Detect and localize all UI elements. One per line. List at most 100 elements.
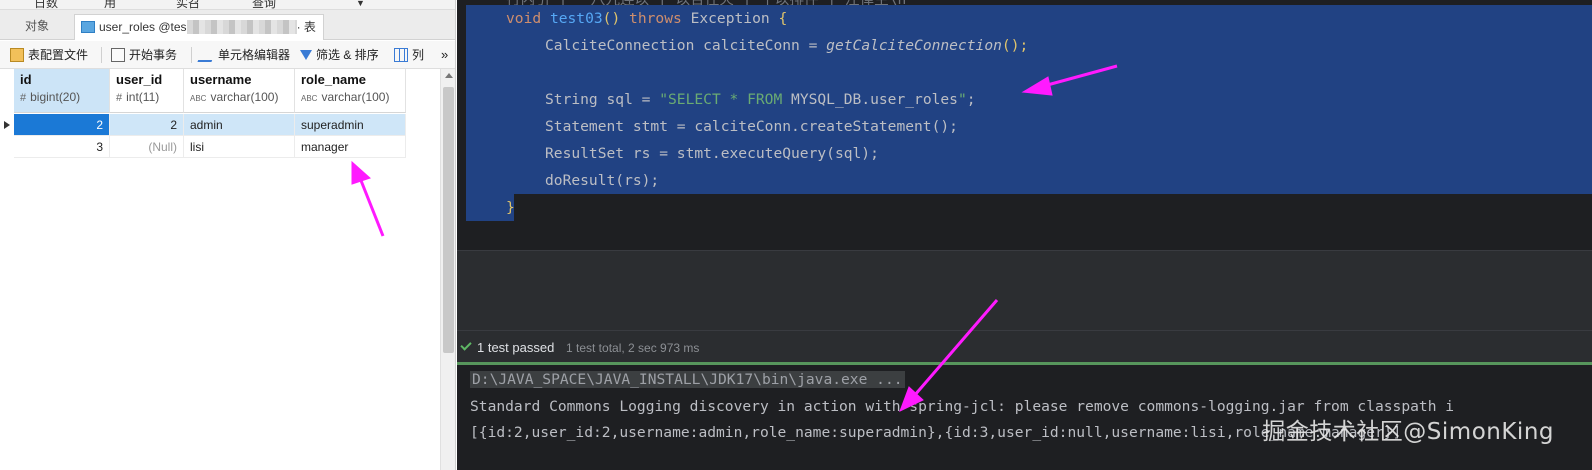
- column-type-label: int(11): [126, 90, 160, 104]
- vertical-scrollbar[interactable]: [440, 69, 455, 470]
- column-header-username[interactable]: username ABC varchar(100): [184, 69, 295, 113]
- string-literal: ": [957, 91, 967, 108]
- selection-highlight: [466, 59, 1592, 86]
- editor-gutter: [457, 0, 466, 250]
- table-row[interactable]: 3 (Null) lisi manager: [14, 136, 406, 158]
- cell-username[interactable]: admin: [184, 114, 295, 136]
- test-run-status: 1 test passed 1 test total, 2 sec 973 ms: [457, 330, 1592, 363]
- table-config-icon: [10, 48, 24, 62]
- code-line-method: void test03() throws Exception {: [506, 5, 787, 32]
- begin-transaction-label: 开始事务: [129, 48, 178, 62]
- column-type: ABC varchar(100): [190, 90, 288, 104]
- table-icon: [81, 21, 95, 33]
- scroll-up-icon[interactable]: [445, 73, 453, 78]
- parens: (): [602, 10, 621, 27]
- text-type-icon: ABC: [190, 94, 207, 103]
- type-name: Exception: [690, 10, 770, 27]
- column-name: username: [190, 72, 252, 87]
- code-text: ;: [966, 91, 976, 108]
- current-row-marker: [3, 114, 12, 136]
- watermark: 掘金技术社区@SimonKing: [1262, 419, 1554, 445]
- table-config-button[interactable]: 表配置文件: [10, 45, 88, 65]
- column-header-id[interactable]: id # bigint(20): [14, 69, 110, 113]
- method-name: test03: [549, 10, 603, 27]
- filter-icon: [300, 50, 312, 60]
- code-text: ();: [1001, 37, 1029, 54]
- cell-username[interactable]: lisi: [184, 136, 295, 158]
- menu-item[interactable]: 日数: [34, 0, 58, 9]
- console-line: D:\JAVA_SPACE\JAVA_INSTALL\JDK17\bin\jav…: [470, 367, 905, 393]
- column-name: user_id: [116, 72, 163, 87]
- redacted-host: [186, 20, 297, 34]
- code-line-sql: String sql = "SELECT * FROM MYSQL_DB.use…: [545, 86, 976, 113]
- ide-pane: 行内引 | 一八九连以 | 以合住火 | 个以排件 | 注律主\n void t…: [457, 0, 1592, 470]
- tab-label: user_roles @tes: [99, 20, 187, 34]
- filter-sort-button[interactable]: 筛选 & 排序: [300, 45, 379, 65]
- tests-summary-label: 1 test total, 2 sec 973 ms: [566, 341, 700, 355]
- column-header-user-id[interactable]: user_id # int(11): [110, 69, 184, 113]
- code-line-close: }: [506, 199, 515, 216]
- columns-button[interactable]: 列: [394, 45, 424, 65]
- code-area[interactable]: 行内引 | 一八九连以 | 以合住火 | 个以排件 | 注律主\n void t…: [466, 0, 1592, 250]
- check-icon: [460, 339, 472, 351]
- tab-user-roles[interactable]: user_roles @tes · 表: [74, 14, 324, 40]
- tab-suffix: · 表: [296, 20, 316, 34]
- sql-table-ref: MYSQL_DB.user_roles: [791, 91, 958, 108]
- code-line-conn: CalciteConnection calciteConn = getCalci…: [545, 32, 1028, 59]
- code-line-do: doResult(rs);: [545, 172, 660, 189]
- text-type-icon: ABC: [301, 94, 318, 103]
- cell-editor-label: 单元格编辑器: [218, 48, 291, 62]
- toolbar-divider: [191, 47, 192, 63]
- column-name: id: [20, 72, 32, 87]
- table-row[interactable]: 2 2 admin superadmin: [14, 114, 406, 136]
- brace: {: [778, 10, 788, 27]
- column-type: ABC varchar(100): [301, 90, 399, 104]
- column-name: role_name: [301, 72, 367, 87]
- begin-transaction-button[interactable]: 开始事务: [111, 45, 177, 65]
- cell-user-id[interactable]: 2: [110, 114, 184, 136]
- cell-role-name[interactable]: manager: [295, 136, 406, 158]
- grid-header: id # bigint(20) user_id # int(11) username…: [14, 69, 406, 113]
- code-editor[interactable]: 行内引 | 一八九连以 | 以合住火 | 个以排件 | 注律主\n void t…: [457, 0, 1592, 250]
- toolbar: 表配置文件 开始事务 单元格编辑器 筛选 & 排序 列 »: [0, 41, 455, 69]
- code-line-stmt: Statement stmt = calciteConn.createState…: [545, 118, 958, 135]
- tab-objects[interactable]: 对象: [0, 14, 74, 40]
- cell-id[interactable]: 3: [14, 136, 110, 158]
- menu-item[interactable]: 实召: [176, 0, 200, 9]
- db-tool-pane: 日数 用 实召 查询 ▼ 对象 user_roles @tes · 表 表配置文件…: [0, 0, 456, 470]
- transaction-icon: [111, 48, 125, 62]
- java-command[interactable]: D:\JAVA_SPACE\JAVA_INSTALL\JDK17\bin\jav…: [470, 371, 905, 388]
- cell-id[interactable]: 2: [14, 114, 110, 136]
- cell-user-id[interactable]: (Null): [110, 136, 184, 158]
- method-call: getCalciteConnection: [826, 37, 1002, 54]
- filter-sort-label: 筛选 & 排序: [316, 48, 379, 62]
- keyword: void: [506, 10, 542, 27]
- code-text: String sql =: [545, 91, 660, 108]
- row-pointer-icon: [4, 121, 10, 129]
- chevron-down-icon[interactable]: ▼: [356, 0, 365, 8]
- column-header-role-name[interactable]: role_name ABC varchar(100): [295, 69, 406, 113]
- column-type-label: varchar(100): [210, 90, 279, 104]
- table-config-label: 表配置文件: [28, 48, 89, 62]
- string-literal: "SELECT * FROM: [659, 91, 792, 108]
- column-type-label: bigint(20): [30, 90, 81, 104]
- tab-bar: 对象 user_roles @tes · 表: [0, 10, 455, 40]
- code-line-rs: ResultSet rs = stmt.executeQuery(sql);: [545, 145, 879, 162]
- numeric-type-icon: #: [20, 92, 27, 104]
- menu-item[interactable]: 用: [104, 0, 116, 9]
- menu-item[interactable]: 查询: [252, 0, 276, 9]
- keyword: throws: [629, 10, 682, 27]
- columns-label: 列: [412, 48, 425, 62]
- cell-role-name[interactable]: superadmin: [295, 114, 406, 136]
- scrollbar-thumb[interactable]: [443, 87, 454, 353]
- tests-passed-label: 1 test passed: [477, 340, 555, 355]
- toolbar-overflow-icon[interactable]: »: [441, 45, 448, 65]
- column-type: # bigint(20): [20, 90, 103, 104]
- cell-editor-button[interactable]: 单元格编辑器: [197, 45, 291, 65]
- panel-divider[interactable]: [457, 250, 1592, 328]
- toolbar-divider: [101, 47, 102, 63]
- code-text: CalciteConnection calciteConn =: [545, 37, 827, 54]
- columns-icon: [394, 48, 408, 62]
- menu-bar: 日数 用 实召 查询 ▼: [0, 0, 455, 10]
- column-type-label: varchar(100): [321, 90, 390, 104]
